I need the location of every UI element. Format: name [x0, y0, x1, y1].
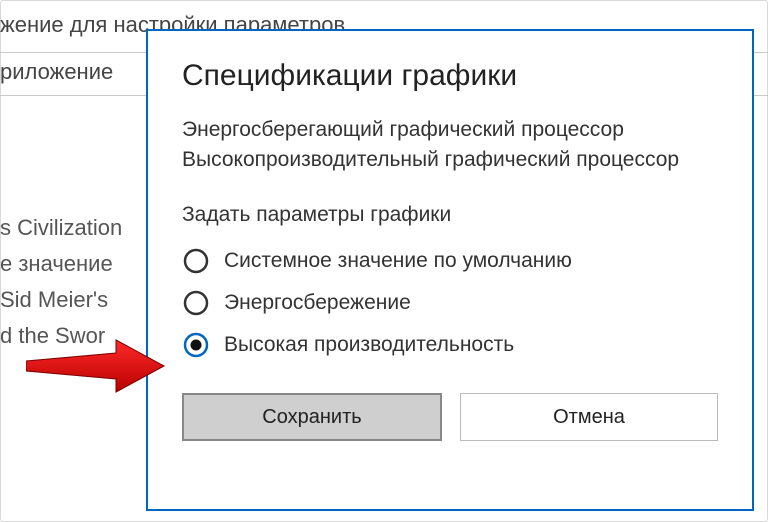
- dialog-button-row: Сохранить Отмена: [182, 393, 718, 441]
- bg-app-list: s Civilization е значение Sid Meier's d …: [0, 210, 150, 354]
- radio-option-power-saving[interactable]: Энергосбережение: [182, 289, 718, 317]
- radio-group-graphics-preference: Системное значение по умолчанию Энергосб…: [182, 247, 718, 359]
- radio-unchecked-icon: [182, 247, 210, 275]
- graphics-specifications-dialog: Спецификации графики Энергосберегающий г…: [146, 29, 754, 511]
- radio-label: Системное значение по умолчанию: [224, 249, 572, 273]
- radio-unchecked-icon: [182, 289, 210, 317]
- dialog-title: Спецификации графики: [182, 59, 718, 93]
- radio-option-system-default[interactable]: Системное значение по умолчанию: [182, 247, 718, 275]
- list-item: s Civilization: [0, 210, 150, 246]
- dialog-description: Энергосберегающий графический процессор …: [182, 115, 718, 175]
- radio-option-high-performance[interactable]: Высокая производительность: [182, 331, 718, 359]
- list-item: Sid Meier's: [0, 282, 150, 318]
- list-item: е значение: [0, 246, 150, 282]
- list-item: d the Swor: [0, 318, 150, 354]
- radio-label: Энергосбережение: [224, 291, 411, 315]
- dialog-subheading: Задать параметры графики: [182, 203, 718, 227]
- cancel-button[interactable]: Отмена: [460, 393, 718, 441]
- desc-line: Высокопроизводительный графический проце…: [182, 145, 718, 175]
- save-button[interactable]: Сохранить: [182, 393, 442, 441]
- radio-label: Высокая производительность: [224, 333, 514, 357]
- desc-line: Энергосберегающий графический процессор: [182, 115, 718, 145]
- radio-checked-icon: [182, 331, 210, 359]
